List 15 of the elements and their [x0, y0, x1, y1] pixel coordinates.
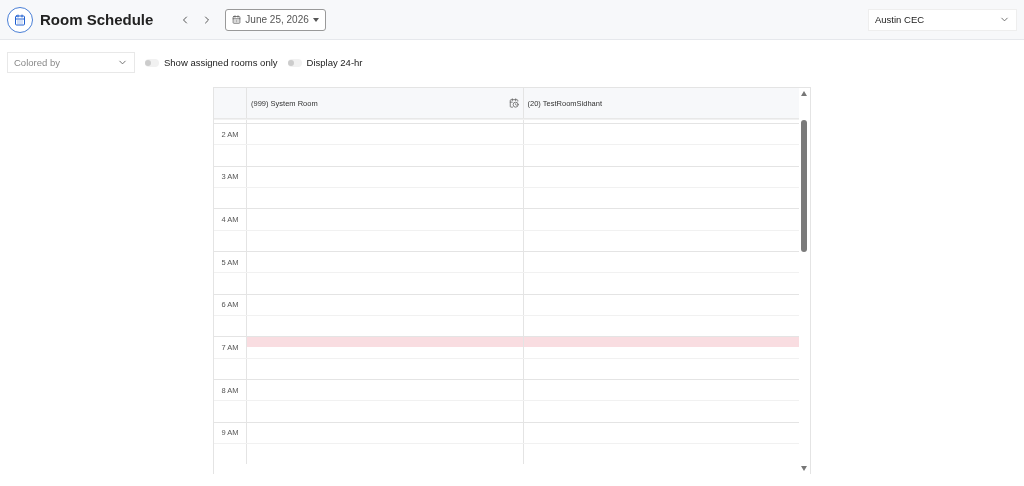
- date-picker-button[interactable]: June 25, 2026: [225, 8, 326, 31]
- toggle-label: Display 24-hr: [306, 57, 363, 68]
- scroll-up-icon[interactable]: [801, 91, 808, 96]
- caret-icon: [312, 17, 319, 22]
- toggle-switch[interactable]: [145, 58, 159, 67]
- calendar-logo-icon: [7, 6, 33, 33]
- scrollbar-thumb[interactable]: [801, 120, 808, 252]
- location-dropdown[interactable]: Austin CEC: [868, 8, 1017, 31]
- calendar-icon: [232, 15, 242, 24]
- toggle-switch[interactable]: [287, 58, 302, 67]
- colored-by-dropdown[interactable]: Colored by: [7, 52, 135, 73]
- toggle-label: Show assigned rooms only: [164, 57, 278, 68]
- page-title: Room Schedule: [40, 11, 154, 28]
- calendar-icon[interactable]: [508, 98, 519, 108]
- scroll-down-icon[interactable]: [801, 466, 808, 471]
